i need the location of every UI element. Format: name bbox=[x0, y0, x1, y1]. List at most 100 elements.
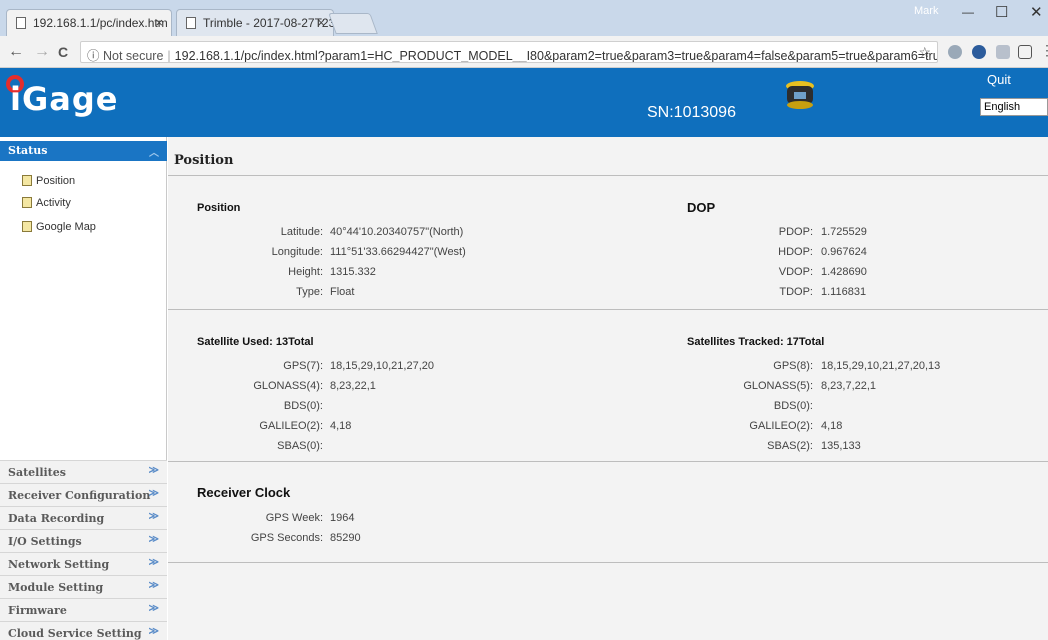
chevron-down-icon: ≫ bbox=[148, 626, 159, 637]
gps-used-value: 18,15,29,10,21,27,20 bbox=[330, 360, 434, 372]
latitude-label: Latitude: bbox=[280, 226, 323, 238]
language-value: English bbox=[984, 101, 1021, 113]
browser-tab[interactable]: Trimble - 2017-08-27T23 × bbox=[176, 9, 334, 36]
chevron-down-icon: ≫ bbox=[148, 603, 159, 614]
sidebar-section-cloud-service-setting[interactable]: Cloud Service Setting ≫ bbox=[0, 621, 167, 640]
galileo-tracked-value: 4,18 bbox=[821, 420, 843, 432]
security-indicator[interactable]: ⓘ Not secure bbox=[87, 49, 163, 62]
sidebar-section-satellites[interactable]: Satellites ≫ bbox=[0, 460, 167, 483]
receiver-clock-heading: Receiver Clock bbox=[197, 485, 291, 500]
close-window-icon[interactable]: ✕ bbox=[1030, 3, 1043, 21]
gps-tracked-label: GPS(8): bbox=[773, 360, 813, 372]
sidebar-section-receiver-configuration[interactable]: Receiver Configuration ≫ bbox=[0, 483, 167, 506]
hdop-label: HDOP: bbox=[778, 246, 813, 258]
forward-icon[interactable]: → bbox=[34, 43, 50, 61]
sbas-used-label: SBAS(0): bbox=[277, 440, 323, 452]
gps-used-label: GPS(7): bbox=[283, 360, 323, 372]
quit-link[interactable]: Quit bbox=[987, 72, 1011, 87]
back-icon[interactable]: ← bbox=[8, 43, 24, 61]
sidebar-section-label: Status bbox=[8, 144, 48, 157]
longitude-value: 111°51'33.66294427"(West) bbox=[330, 246, 466, 258]
extension-icon[interactable] bbox=[948, 45, 962, 59]
glonass-used-value: 8,23,22,1 bbox=[330, 380, 376, 392]
cast-icon[interactable] bbox=[1018, 45, 1032, 59]
igage-logo: iGage bbox=[10, 80, 119, 118]
page-icon bbox=[22, 197, 32, 208]
sidebar-item-activity[interactable]: Activity bbox=[22, 197, 71, 209]
tab-close-icon[interactable]: × bbox=[317, 15, 325, 30]
address-bar[interactable]: ⓘ Not secure | 192.168.1.1/pc/index.html?p… bbox=[80, 41, 938, 63]
glonass-tracked-value: 8,23,7,22,1 bbox=[821, 380, 877, 392]
sidebar-section-label: Satellites bbox=[8, 466, 66, 479]
divider bbox=[168, 309, 1048, 310]
chevron-up-icon: ︿ bbox=[149, 148, 159, 159]
profile-name[interactable]: Mark bbox=[914, 5, 938, 17]
minimize-icon[interactable]: — bbox=[962, 5, 974, 19]
app-header: iGage SN:1013096 Quit English bbox=[0, 68, 1048, 137]
type-value: Float bbox=[330, 286, 355, 298]
sidebar-section-data-recording[interactable]: Data Recording ≫ bbox=[0, 506, 167, 529]
language-select[interactable]: English bbox=[980, 98, 1048, 116]
sidebar-section-module-setting[interactable]: Module Setting ≫ bbox=[0, 575, 167, 598]
tab-title: Trimble - 2017-08-27T23 bbox=[203, 16, 334, 30]
divider: | bbox=[167, 49, 171, 63]
sidebar-section-status[interactable]: Status ︿ bbox=[0, 141, 167, 161]
page-icon bbox=[186, 17, 196, 29]
gps-seconds-label: GPS Seconds: bbox=[250, 532, 323, 544]
menu-icon[interactable]: ⋮ bbox=[1040, 42, 1048, 59]
glonass-tracked-label: GLONASS(5): bbox=[743, 380, 813, 392]
galileo-used-label: GALILEO(2): bbox=[259, 420, 323, 432]
maximize-icon[interactable]: ☐ bbox=[995, 3, 1008, 21]
divider bbox=[168, 562, 1048, 563]
browser-tab-bar: 192.168.1.1/pc/index.htm × Trimble - 201… bbox=[0, 0, 1048, 36]
page-icon bbox=[22, 221, 32, 232]
latitude-value: 40°44'10.20340757"(North) bbox=[330, 226, 464, 238]
sidebar-item-label: Position bbox=[36, 175, 76, 187]
vdop-label: VDOP: bbox=[778, 266, 813, 278]
sidebar-item-google-map[interactable]: Google Map bbox=[22, 221, 96, 233]
sidebar-section-label: Network Setting bbox=[8, 558, 110, 571]
sidebar-item-label: Google Map bbox=[36, 221, 96, 233]
bookmark-star-icon[interactable]: ☆ bbox=[918, 44, 931, 61]
height-value: 1315.332 bbox=[330, 266, 376, 278]
height-label: Height: bbox=[288, 266, 323, 278]
glonass-used-label: GLONASS(4): bbox=[253, 380, 323, 392]
dop-heading: DOP bbox=[687, 200, 716, 215]
satellites-used-heading: Satellite Used: 13Total bbox=[197, 336, 314, 348]
position-heading: Position bbox=[197, 202, 241, 214]
galileo-tracked-label: GALILEO(2): bbox=[749, 420, 813, 432]
extension-icon[interactable] bbox=[972, 45, 986, 59]
chevron-down-icon: ≫ bbox=[148, 488, 159, 499]
hdop-value: 0.967624 bbox=[821, 246, 867, 258]
tab-title: 192.168.1.1/pc/index.htm bbox=[33, 16, 168, 30]
longitude-label: Longitude: bbox=[271, 246, 323, 258]
pdop-label: PDOP: bbox=[778, 226, 813, 238]
new-tab-button[interactable] bbox=[328, 13, 378, 34]
bds-used-label: BDS(0): bbox=[283, 400, 323, 412]
sidebar-section-label: I/O Settings bbox=[8, 535, 82, 548]
sidebar-section-label: Firmware bbox=[8, 604, 67, 617]
gps-seconds-value: 85290 bbox=[330, 532, 361, 544]
sidebar-section-network-setting[interactable]: Network Setting ≫ bbox=[0, 552, 167, 575]
type-label: Type: bbox=[296, 286, 323, 298]
reload-icon[interactable]: C bbox=[58, 44, 68, 60]
gnss-receiver-icon bbox=[786, 81, 814, 109]
sidebar-section-io-settings[interactable]: I/O Settings ≫ bbox=[0, 529, 167, 552]
vdop-value: 1.428690 bbox=[821, 266, 867, 278]
url-text: 192.168.1.1/pc/index.html?param1=HC_PROD… bbox=[174, 49, 938, 63]
chevron-down-icon: ≫ bbox=[148, 557, 159, 568]
chevron-down-icon: ≫ bbox=[148, 465, 159, 476]
sidebar-item-position[interactable]: Position bbox=[22, 175, 75, 187]
gps-week-value: 1964 bbox=[330, 512, 355, 524]
serial-number: SN:1013096 bbox=[647, 104, 736, 121]
sidebar: Status ︿ Position Activity Google Map Sa… bbox=[0, 137, 167, 640]
extension-icon[interactable] bbox=[996, 45, 1010, 59]
sidebar-section-firmware[interactable]: Firmware ≫ bbox=[0, 598, 167, 621]
sidebar-section-label: Cloud Service Setting bbox=[8, 627, 142, 640]
browser-toolbar: ← → C ⓘ Not secure | 192.168.1.1/pc/index.… bbox=[0, 36, 1048, 68]
tab-close-icon[interactable]: × bbox=[155, 15, 163, 30]
gps-week-label: GPS Week: bbox=[265, 512, 323, 524]
browser-tab-active[interactable]: 192.168.1.1/pc/index.htm × bbox=[6, 9, 172, 36]
satellites-tracked-heading: Satellites Tracked: 17Total bbox=[687, 336, 825, 348]
divider bbox=[168, 461, 1048, 462]
